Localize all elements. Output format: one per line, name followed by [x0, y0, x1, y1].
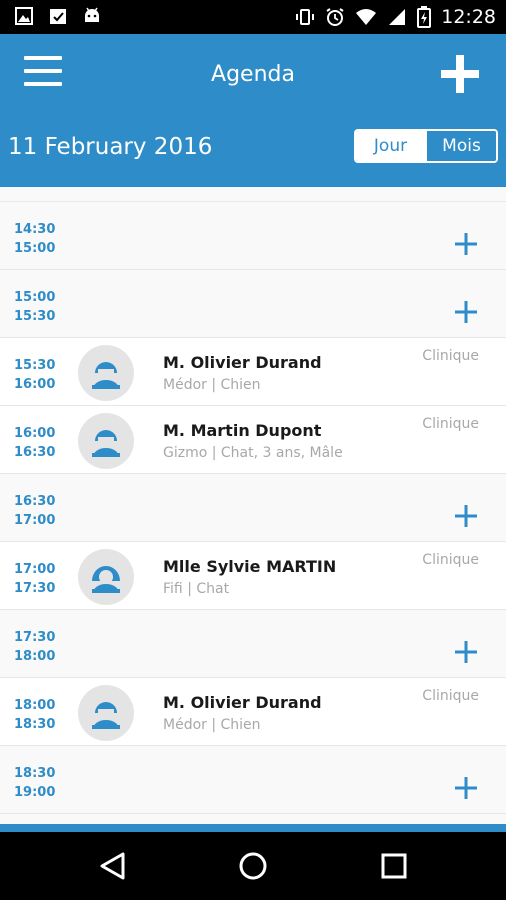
slot-end: 16:00 — [14, 377, 56, 392]
slot-end: 17:00 — [14, 513, 56, 528]
slot-start: 17:00 — [14, 562, 56, 577]
signal-icon — [389, 9, 406, 25]
client-name: M. Olivier Durand — [163, 693, 322, 712]
time-slot-row[interactable]: 15:00 15:30 — [0, 270, 506, 338]
add-slot-icon[interactable] — [454, 300, 478, 324]
male-avatar-icon — [78, 685, 134, 741]
add-slot-icon[interactable] — [454, 232, 478, 256]
list-spacer — [0, 187, 506, 202]
slot-start: 16:00 — [14, 426, 56, 441]
menu-bar-line — [24, 56, 62, 60]
slot-times: 16:30 17:00 — [14, 492, 55, 530]
slot-times: 18:00 18:30 — [14, 696, 55, 734]
slot-times: 18:30 19:00 — [14, 764, 55, 802]
appointment-row[interactable]: 15:30 16:00 M. Olivier Durand Médor | Ch… — [0, 338, 506, 406]
add-appointment-button[interactable] — [440, 54, 480, 94]
wifi-icon — [356, 9, 377, 25]
time-slot-row[interactable]: 17:30 18:00 — [0, 610, 506, 678]
alarm-icon — [326, 8, 344, 26]
appointment-location: Clinique — [422, 348, 479, 364]
current-date: 11 February 2016 — [8, 134, 213, 160]
time-slot-row[interactable]: 14:30 15:00 — [0, 202, 506, 270]
add-slot-icon[interactable] — [454, 640, 478, 664]
battery-charging-icon — [417, 6, 432, 28]
client-name: M. Martin Dupont — [163, 421, 322, 440]
pet-info: Médor | Chien — [163, 377, 261, 393]
slot-end: 15:30 — [14, 309, 56, 324]
appointment-location: Clinique — [422, 416, 479, 432]
app-bar: Agenda 11 February 2016 Jour Mois — [0, 34, 506, 187]
android-icon — [85, 7, 99, 22]
slot-times: 16:00 16:30 — [14, 424, 55, 462]
view-toggle: Jour Mois — [354, 129, 498, 163]
page-title: Agenda — [211, 62, 295, 87]
slot-start: 16:30 — [14, 494, 56, 509]
slot-start: 18:00 — [14, 698, 56, 713]
appointment-row[interactable]: 16:00 16:30 M. Martin Dupont Gizmo | Cha… — [0, 406, 506, 474]
status-bar: 12:28 — [0, 0, 506, 34]
slot-start: 14:30 — [14, 222, 56, 237]
vibrate-icon — [296, 9, 315, 25]
slot-start: 15:30 — [14, 358, 56, 373]
pet-info: Médor | Chien — [163, 717, 261, 733]
pet-info: Fifi | Chat — [163, 581, 230, 597]
toggle-month-button[interactable]: Mois — [425, 131, 496, 161]
time-slot-row[interactable]: 18:30 19:00 — [0, 746, 506, 814]
slot-times: 17:30 18:00 — [14, 628, 55, 666]
appointment-row[interactable]: 18:00 18:30 M. Olivier Durand Médor | Ch… — [0, 678, 506, 746]
slot-times: 15:30 16:00 — [14, 356, 55, 394]
back-icon[interactable] — [97, 850, 129, 882]
image-icon — [15, 7, 33, 25]
appointment-row[interactable]: 17:00 17:30 Mlle Sylvie MARTIN Fifi | Ch… — [0, 542, 506, 610]
slot-start: 18:30 — [14, 766, 56, 781]
status-time: 12:28 — [441, 6, 496, 28]
slot-start: 17:30 — [14, 630, 56, 645]
slot-times: 14:30 15:00 — [14, 220, 55, 258]
appointment-location: Clinique — [422, 552, 479, 568]
slot-times: 17:00 17:30 — [14, 560, 55, 598]
slot-start: 15:00 — [14, 290, 56, 305]
add-slot-icon[interactable] — [454, 776, 478, 800]
agenda-list: 14:30 15:00 15:00 15:30 15:30 16:00 M. O… — [0, 187, 506, 824]
slot-end: 17:30 — [14, 581, 56, 596]
home-icon[interactable] — [237, 850, 269, 882]
checklist-icon — [50, 9, 66, 24]
slot-end: 19:00 — [14, 785, 56, 800]
add-slot-icon[interactable] — [454, 504, 478, 528]
male-avatar-icon — [78, 413, 134, 469]
slot-times: 15:00 15:30 — [14, 288, 55, 326]
client-name: Mlle Sylvie MARTIN — [163, 557, 337, 576]
male-avatar-icon — [78, 345, 134, 401]
slot-end: 18:00 — [14, 649, 56, 664]
slot-end: 15:00 — [14, 241, 56, 256]
navigation-bar — [0, 832, 506, 900]
appointment-location: Clinique — [422, 688, 479, 704]
time-slot-row[interactable]: 16:30 17:00 — [0, 474, 506, 542]
bottom-accent-strip — [0, 824, 506, 832]
client-name: M. Olivier Durand — [163, 353, 322, 372]
recents-icon[interactable] — [378, 850, 410, 882]
slot-end: 16:30 — [14, 445, 56, 460]
pet-info: Gizmo | Chat, 3 ans, Mâle — [163, 445, 343, 461]
slot-end: 18:30 — [14, 717, 56, 732]
female-avatar-icon — [78, 549, 134, 605]
toggle-day-button[interactable]: Jour — [356, 131, 425, 161]
